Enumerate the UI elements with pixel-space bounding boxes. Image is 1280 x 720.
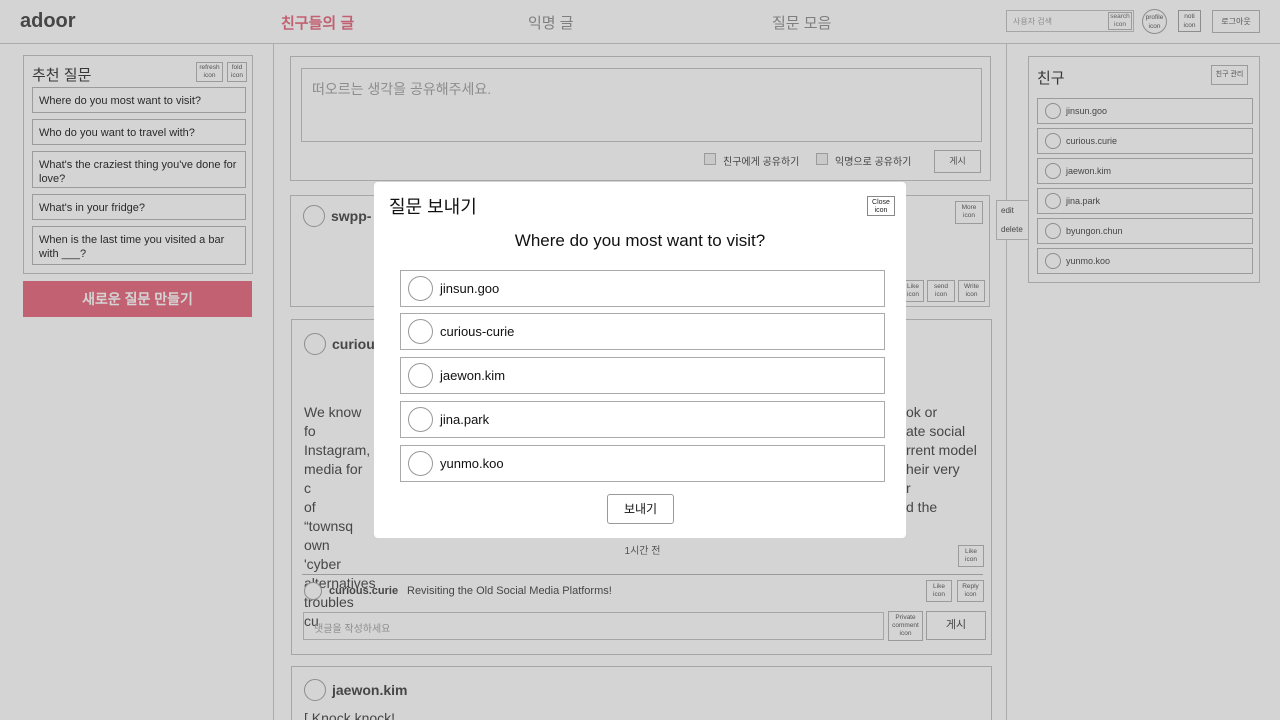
friend-option[interactable]: jinsun.goo xyxy=(400,270,885,307)
avatar xyxy=(408,451,433,476)
send-button[interactable]: 보내기 xyxy=(607,494,674,524)
avatar xyxy=(408,407,433,432)
friend-option[interactable]: jina.park xyxy=(400,401,885,438)
avatar xyxy=(408,363,433,388)
friend-option[interactable]: curious-curie xyxy=(400,313,885,350)
friend-option[interactable]: jaewon.kim xyxy=(400,357,885,394)
close-icon[interactable]: Close icon xyxy=(867,196,895,216)
avatar xyxy=(408,319,433,344)
avatar xyxy=(408,276,433,301)
modal-question: Where do you most want to visit? xyxy=(514,231,766,250)
send-question-modal: 질문 보내기 Close icon Where do you most want… xyxy=(374,182,906,538)
friend-option[interactable]: yunmo.koo xyxy=(400,445,885,482)
modal-title: 질문 보내기 xyxy=(389,197,477,217)
